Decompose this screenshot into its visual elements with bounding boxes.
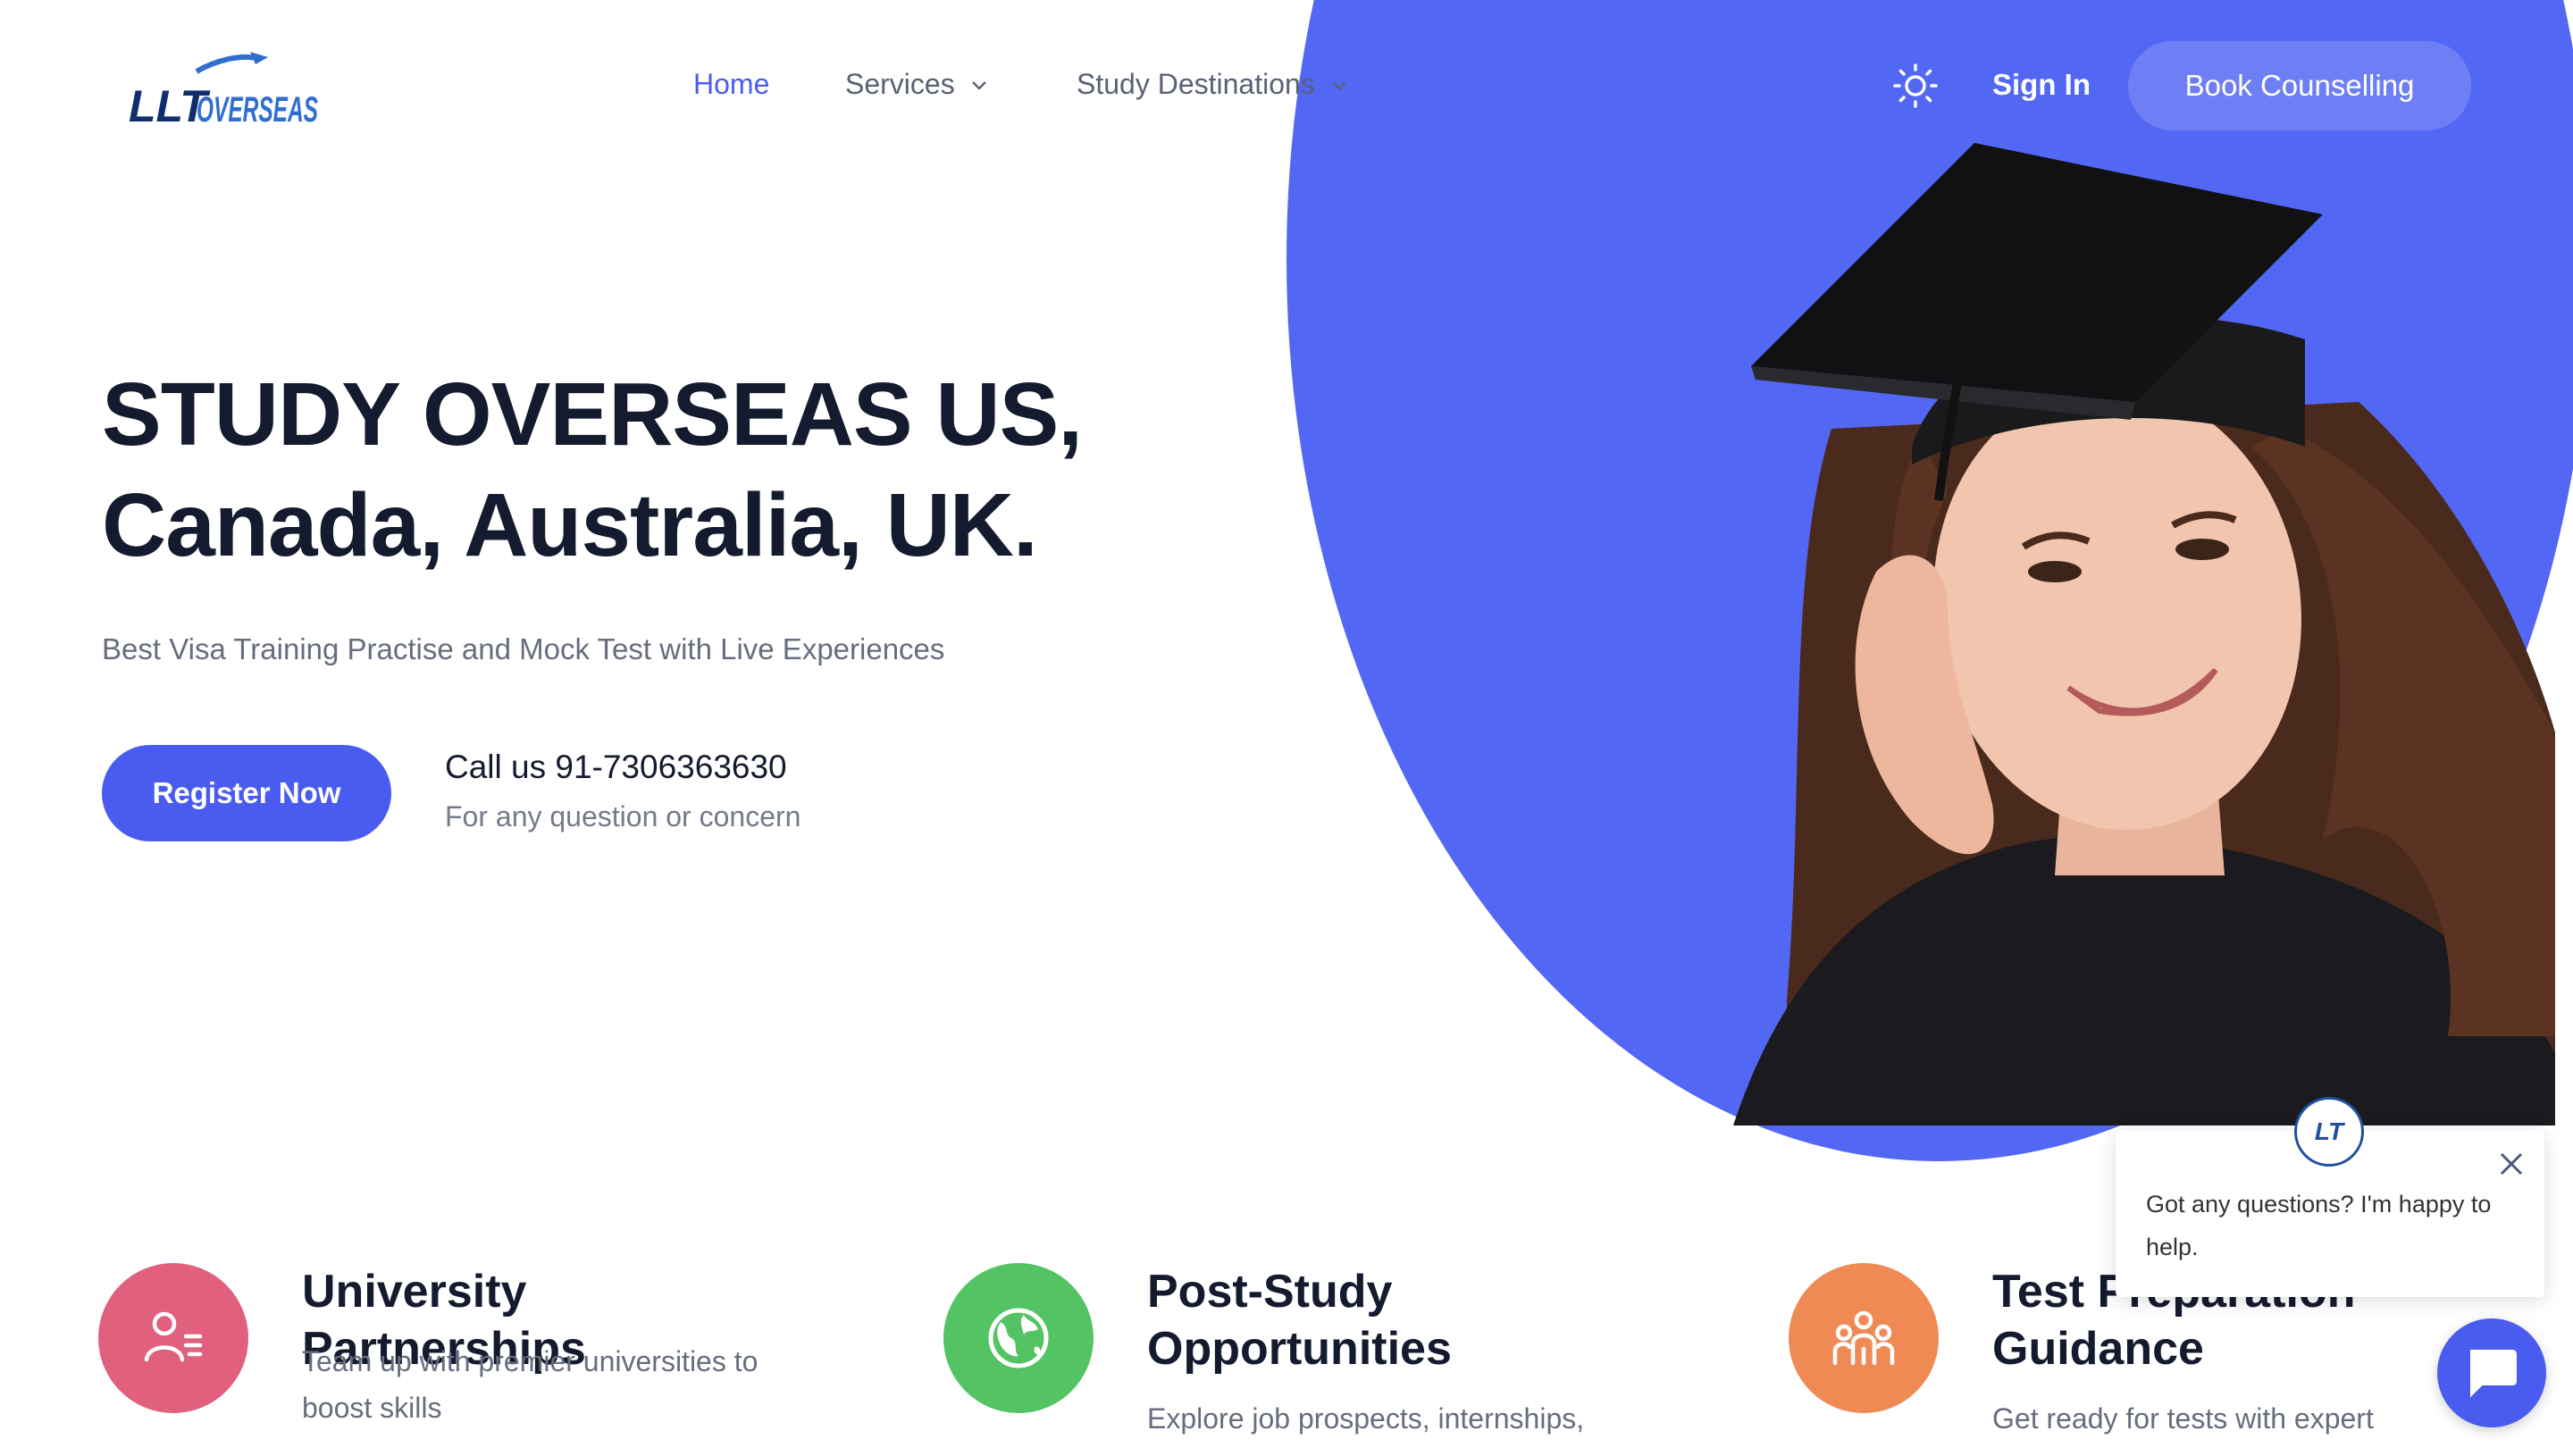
graduate-photo [1733, 143, 2555, 1125]
llt-overseas-logo[interactable]: LLT OVERSEAS [125, 45, 322, 134]
chat-message: Got any questions? I'm happy to help. [2146, 1191, 2492, 1260]
nav-services-label: Services [845, 68, 955, 100]
hero-title-line2: Canada, Australia, UK. [102, 475, 1038, 575]
nav-home[interactable]: Home [693, 68, 769, 101]
book-counselling-button[interactable]: Book Counselling [2128, 41, 2471, 130]
chat-launcher-button[interactable] [2437, 1318, 2546, 1427]
nav-study-destinations-label: Study Destinations [1077, 68, 1315, 100]
feature-description: Explore job prospects, internships, [1147, 1402, 1585, 1435]
sign-in-link[interactable]: Sign In [1992, 68, 2091, 102]
sun-icon[interactable] [1892, 63, 1939, 109]
globe-icon [988, 1308, 1049, 1368]
svg-text:OVERSEAS: OVERSEAS [197, 90, 318, 130]
hero-title: STUDY OVERSEAS US, Canada, Australia, UK… [102, 359, 1263, 581]
group-icon [1832, 1310, 1895, 1366]
nav-study-destinations[interactable]: Study Destinations [1077, 68, 1349, 101]
feature-description: Get ready for tests with expert [1992, 1402, 2374, 1435]
chat-avatar-logo: LT [2314, 1117, 2344, 1145]
call-us-phone[interactable]: Call us 91-7306363630 [445, 749, 787, 786]
user-list-icon [144, 1311, 203, 1362]
chat-bubble-icon [2470, 1350, 2517, 1398]
feature-icon-circle [1789, 1263, 1939, 1413]
chevron-down-icon [1331, 80, 1346, 90]
feature-icon-circle [943, 1263, 1094, 1413]
chat-avatar: LT [2294, 1097, 2364, 1167]
feature-icon-circle [98, 1263, 248, 1413]
chevron-down-icon [971, 80, 986, 90]
register-now-button[interactable]: Register Now [102, 745, 391, 841]
feature-title: Post-Study Opportunities [1147, 1266, 1452, 1375]
feature-description: Team up with premier universities to boo… [302, 1345, 758, 1424]
call-us-subtitle: For any question or concern [445, 800, 801, 833]
nav-home-label: Home [693, 68, 770, 100]
hero-subtitle: Best Visa Training Practise and Mock Tes… [102, 632, 945, 665]
hero-title-line1: STUDY OVERSEAS US, [102, 364, 1083, 464]
page: LLT OVERSEAS Home Services Study Destina… [0, 0, 2573, 1456]
nav-services[interactable]: Services [845, 68, 989, 101]
close-icon[interactable] [2496, 1149, 2527, 1179]
